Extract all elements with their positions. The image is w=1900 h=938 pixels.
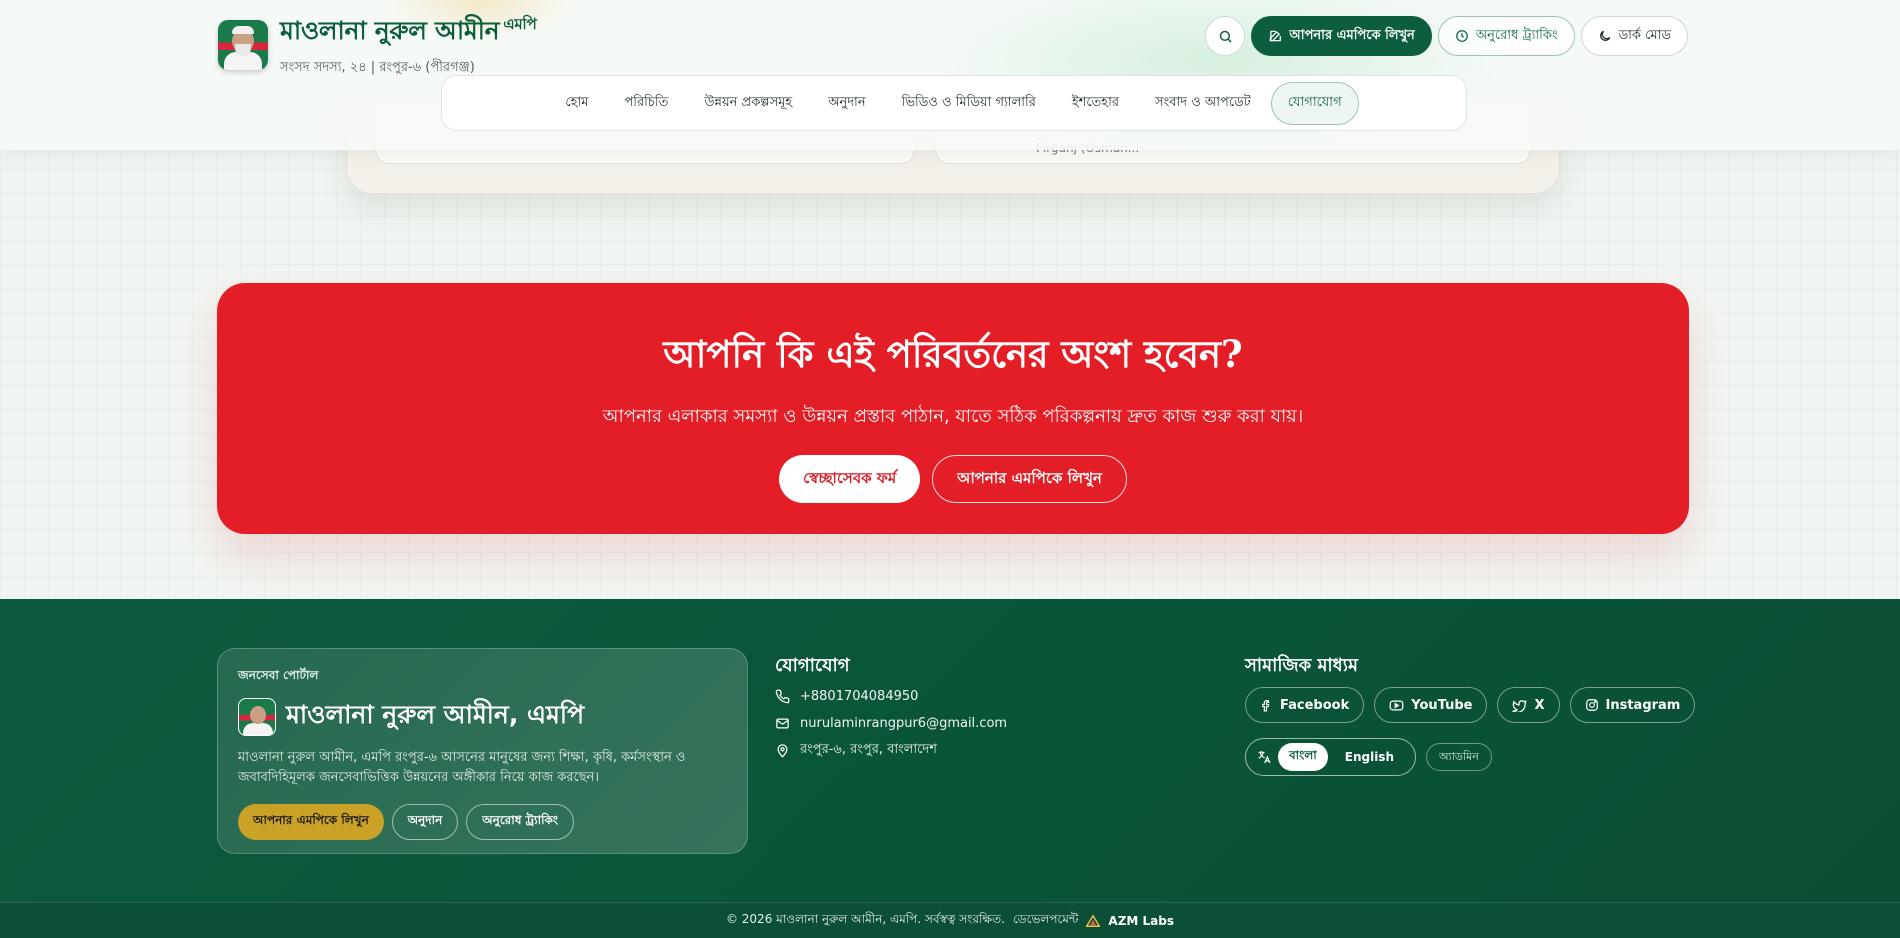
contact-email-text: nurulaminrangpur6@gmail.com [800, 716, 1008, 731]
cta-buttons: স্বেচ্ছাসেবক ফর্ম আপনার এমপিকে লিখুন [217, 455, 1689, 503]
location-pin-icon [775, 743, 790, 758]
site-footer: জনসেবা পোর্টাল মাওলানা নুরুল আমীন, এমপি … [0, 599, 1900, 902]
contact-list: +8801704084950 nurulaminrangpur6@gmail.c… [775, 683, 1007, 764]
mp-avatar [218, 20, 268, 70]
contact-address-text: রংপুর-৬, রংপুর, বাংলাদেশ [800, 742, 937, 757]
language-switcher: বাংলা English [1245, 738, 1416, 776]
social-links: Facebook YouTube X Instagram [1245, 687, 1696, 723]
request-tracking-label: অনুরোধ ট্র্যাকিং [1475, 27, 1558, 43]
nav-donation[interactable]: অনুদান [812, 83, 881, 124]
nav-projects[interactable]: উন্নয়ন প্রকল্পসমূহ [688, 83, 808, 124]
social-youtube-link[interactable]: YouTube [1374, 687, 1488, 723]
youtube-icon [1389, 699, 1404, 712]
cta-write-mp-button[interactable]: আপনার এমপিকে লিখুন [932, 455, 1127, 503]
footer-donation-button[interactable]: অনুদান [391, 804, 459, 840]
nav-media-gallery[interactable]: ভিডিও ও মিডিয়া গ্যালারি [886, 83, 1052, 124]
nav-news[interactable]: সংবাদ ও আপডেট [1139, 83, 1267, 124]
footer-avatar [238, 697, 276, 736]
write-mp-button[interactable]: আপনার এমপিকে লিখুন [1251, 16, 1432, 56]
brand-logo-link[interactable]: মাওলানা নুরুল আমীন এমপি সংসদ সদস্য, ২৪ | … [218, 11, 537, 79]
contact-email[interactable]: nurulaminrangpur6@gmail.com [775, 710, 1007, 737]
brand-suffix: এমপি [503, 15, 537, 33]
instagram-icon [1585, 698, 1599, 712]
footer-bottom-bar: © 2026 মাওলানা নুরুল আমীন, এমপি. সর্বস্ব… [0, 902, 1900, 938]
contact-address: রংপুর-৬, রংপুর, বাংলাদেশ [775, 737, 1007, 764]
phone-icon [775, 689, 790, 704]
language-row: বাংলা English অ্যাডমিন [1245, 738, 1492, 776]
clock-icon [1455, 29, 1469, 43]
header-actions: আপনার এমপিকে লিখুন অনুরোধ ট্র্যাকিং ডার্… [1205, 16, 1688, 56]
azm-labs-logo-icon [1086, 914, 1101, 927]
language-english-option[interactable]: English [1334, 746, 1405, 768]
nav-manifesto[interactable]: ইশতেহার [1056, 83, 1135, 124]
twitter-icon [1512, 699, 1527, 712]
brand-title: মাওলানা নুরুল আমীন এমপি [280, 15, 537, 45]
portal-card: জনসেবা পোর্টাল মাওলানা নুরুল আমীন, এমপি … [217, 648, 748, 854]
admin-button[interactable]: অ্যাডমিন [1426, 743, 1492, 771]
social-instagram-link[interactable]: Instagram [1569, 687, 1696, 723]
dark-mode-toggle[interactable]: ডার্ক মোড [1580, 16, 1688, 56]
portal-head: মাওলানা নুরুল আমীন, এমপি [238, 695, 727, 738]
social-title: সামাজিক মাধ্যম [1245, 655, 1358, 676]
nav-contact[interactable]: যোগাযোগ [1270, 81, 1359, 125]
contact-phone[interactable]: +8801704084950 [775, 683, 1007, 710]
write-mp-label: আপনার এমপিকে লিখুন [1289, 27, 1415, 43]
portal-title: মাওলানা নুরুল আমীন, এমপি [286, 700, 585, 729]
footer-tracking-button[interactable]: অনুরোধ ট্র্যাকিং [466, 804, 575, 840]
nav-home[interactable]: হোম [549, 83, 604, 124]
language-bangla-option[interactable]: বাংলা [1278, 743, 1328, 771]
request-tracking-button[interactable]: অনুরোধ ট্র্যাকিং [1437, 16, 1575, 56]
portal-buttons: আপনার এমপিকে লিখুন অনুদান অনুরোধ ট্র্যাক… [238, 804, 727, 840]
portal-kicker: জনসেবা পোর্টাল [238, 668, 319, 682]
moon-icon [1598, 29, 1612, 43]
developer-label: ডেভেলপমেন্ট [1012, 911, 1079, 926]
footer-write-mp-button[interactable]: আপনার এমপিকে লিখুন [238, 804, 384, 840]
contact-phone-text: +8801704084950 [800, 689, 919, 704]
cta-title: আপনি কি এই পরিবর্তনের অংশ হবেন? [663, 332, 1243, 376]
portal-description: মাওলানা নুরুল আমীন, এমপি রংপুর-৬ আসনের ম… [238, 750, 686, 785]
edit-icon [1268, 29, 1282, 43]
search-button[interactable] [1205, 16, 1246, 56]
dark-mode-label: ডার্ক মোড [1618, 27, 1671, 43]
site-header: মাওলানা নুরুল আমীন এমপি সংসদ সদস্য, ২৪ | … [0, 0, 1900, 150]
contact-title: যোগাযোগ [775, 655, 850, 676]
volunteer-form-button[interactable]: স্বেচ্ছাসেবক ফর্ম [779, 455, 921, 503]
cta-subtitle: আপনার এলাকার সমস্যা ও উন্নয়ন প্রস্তাব প… [602, 406, 1304, 427]
main-navigation: হোম পরিচিতি উন্নয়ন প্রকল্পসমূহ অনুদান ভ… [441, 75, 1467, 131]
mail-icon [775, 716, 790, 731]
facebook-icon [1260, 699, 1273, 712]
developer-link[interactable]: AZM Labs [1108, 914, 1174, 928]
search-icon [1218, 29, 1233, 44]
social-facebook-link[interactable]: Facebook [1245, 687, 1365, 723]
translate-icon [1256, 749, 1272, 765]
social-x-link[interactable]: X [1497, 687, 1560, 723]
nav-about[interactable]: পরিচিতি [608, 83, 684, 124]
cta-banner: আপনি কি এই পরিবর্তনের অংশ হবেন? আপনার এল… [217, 283, 1689, 534]
copyright-text: © 2026 মাওলানা নুরুল আমীন, এমপি. সর্বস্ব… [725, 911, 1005, 926]
